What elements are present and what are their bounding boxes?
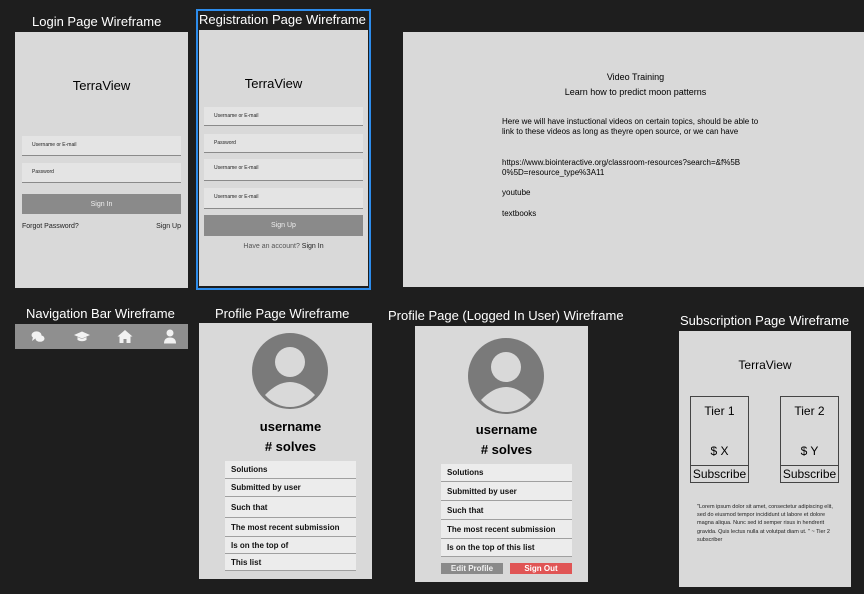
- profile-logged-username: username: [475, 422, 538, 437]
- tier1-card[interactable]: Tier 1 $ X: [690, 396, 749, 466]
- user-icon[interactable]: [163, 329, 177, 344]
- graduation-cap-icon[interactable]: [74, 330, 90, 344]
- login-frame-title: Login Page Wireframe: [32, 14, 162, 29]
- profile-logged-list-item[interactable]: The most recent submission: [441, 520, 572, 539]
- tier1-price: $ X: [710, 444, 729, 458]
- profile-avatar: [252, 333, 328, 409]
- signup-button[interactable]: Sign Up: [204, 215, 363, 236]
- profile-frame-title: Profile Page Wireframe: [215, 306, 350, 321]
- have-account-text: Have an account? Sign In: [199, 243, 368, 250]
- subscription-frame: TerraView Tier 1 $ X Subscribe Tier 2 $ …: [679, 331, 851, 587]
- have-account-label: Have an account?: [243, 243, 300, 250]
- profile-logged-frame-title: Profile Page (Logged In User) Wireframe: [388, 308, 624, 323]
- profile-list-item[interactable]: Submitted by user: [225, 479, 356, 497]
- navbar-frame-title: Navigation Bar Wireframe: [26, 306, 175, 321]
- sign-out-button[interactable]: Sign Out: [510, 563, 572, 574]
- navbar-frame: [15, 324, 188, 349]
- tier2-card[interactable]: Tier 2 $ Y: [780, 396, 839, 466]
- login-frame: TerraView Username or E-mail Password Si…: [15, 32, 188, 288]
- video-resource-link[interactable]: https://www.biointeractive.org/classroom…: [502, 158, 742, 178]
- profile-logged-frame: username # solves Solutions Submitted by…: [415, 326, 588, 582]
- edit-profile-button[interactable]: Edit Profile: [441, 563, 503, 574]
- profile-logged-avatar: [468, 338, 544, 414]
- video-body: Here we will have instuctional videos on…: [502, 117, 759, 136]
- profile-logged-list-item[interactable]: Is on the top of this list: [441, 539, 572, 557]
- profile-list-item[interactable]: Solutions: [225, 461, 356, 479]
- registration-field3-input[interactable]: Username or E-mail: [204, 159, 363, 181]
- profile-logged-list-item[interactable]: Such that: [441, 501, 572, 520]
- home-icon[interactable]: [117, 329, 133, 344]
- tier1-subscribe-button[interactable]: Subscribe: [690, 465, 749, 483]
- profile-list-item[interactable]: Is on the top of: [225, 537, 356, 554]
- video-item-youtube[interactable]: youtube: [502, 188, 530, 197]
- profile-username: username: [259, 419, 322, 434]
- profile-logged-solves: # solves: [480, 442, 533, 457]
- profile-logged-list-item[interactable]: Submitted by user: [441, 482, 572, 501]
- forgot-password-link[interactable]: Forgot Password?: [22, 223, 79, 230]
- login-brand: TerraView: [72, 78, 131, 93]
- tier1-name: Tier 1: [704, 404, 735, 418]
- profile-logged-list-item[interactable]: Solutions: [441, 464, 572, 482]
- profile-list-item[interactable]: The most recent submission: [225, 518, 356, 537]
- video-item-textbooks[interactable]: textbooks: [502, 209, 536, 218]
- profile-list-item[interactable]: Such that: [225, 497, 356, 518]
- tier2-subscribe-button[interactable]: Subscribe: [780, 465, 839, 483]
- tier2-name: Tier 2: [794, 404, 825, 418]
- registration-frame: TerraView Username or E-mail Password Us…: [199, 30, 368, 286]
- subscription-brand: TerraView: [738, 358, 792, 372]
- subscription-frame-title: Subscription Page Wireframe: [680, 313, 850, 328]
- chat-icon[interactable]: [31, 330, 45, 344]
- signin-button[interactable]: Sign In: [22, 194, 181, 214]
- profile-list-item[interactable]: This list: [225, 554, 356, 571]
- video-heading: Video Training: [606, 72, 665, 82]
- registration-password-input[interactable]: Password: [204, 134, 363, 153]
- registration-signin-link[interactable]: Sign In: [302, 243, 324, 250]
- login-signup-link[interactable]: Sign Up: [156, 223, 181, 230]
- login-password-input[interactable]: Password: [22, 163, 181, 183]
- registration-field4-input[interactable]: Username or E-mail: [204, 188, 363, 209]
- subscriber-quote: "Lorem ipsum dolor sit amet, consectetur…: [697, 504, 833, 543]
- registration-brand: TerraView: [244, 76, 303, 91]
- registration-username-input[interactable]: Username or E-mail: [204, 107, 363, 126]
- profile-frame: username # solves Solutions Submitted by…: [199, 323, 372, 579]
- profile-solves: # solves: [264, 439, 317, 454]
- video-training-frame: Video Training Learn how to predict moon…: [403, 32, 864, 287]
- tier2-price: $ Y: [800, 444, 819, 458]
- video-subheading: Learn how to predict moon patterns: [564, 87, 707, 97]
- login-username-input[interactable]: Username or E-mail: [22, 136, 181, 156]
